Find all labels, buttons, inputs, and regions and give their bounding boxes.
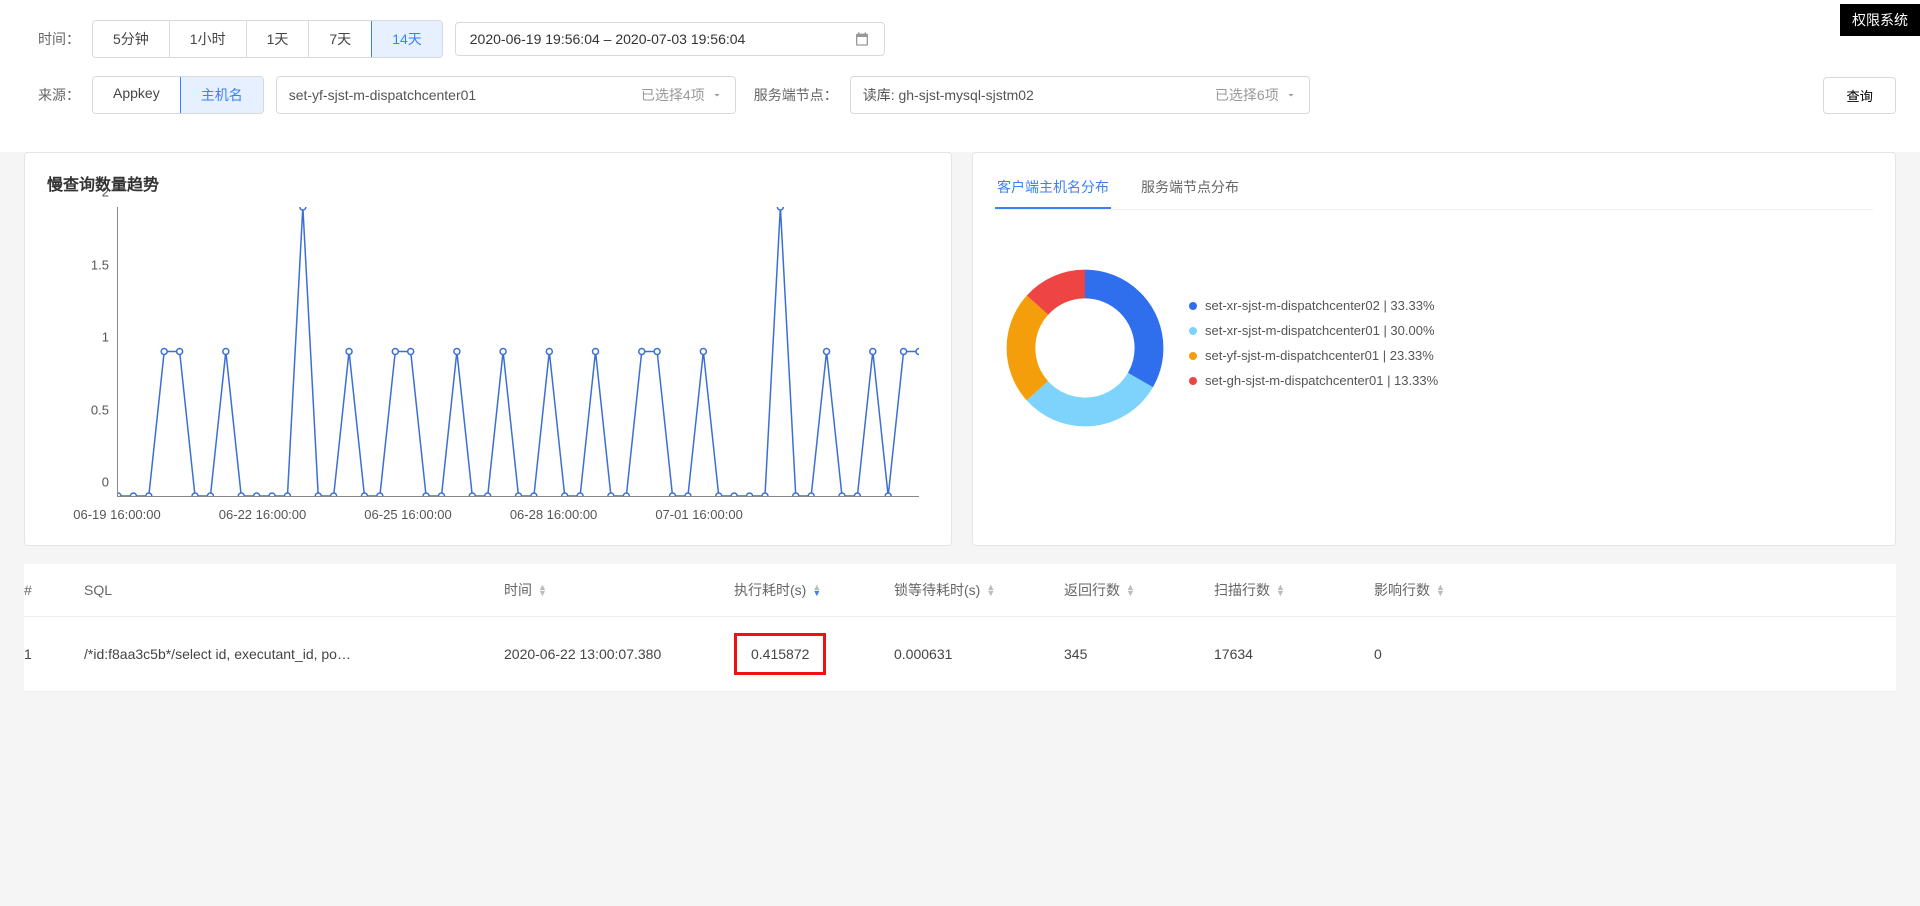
donut-chart [1005,268,1165,428]
legend-dot [1189,352,1197,360]
source-count: 已选择4项 [641,85,705,105]
table-body: 1/*id:f8aa3c5b*/select id, executant_id,… [24,617,1896,692]
chart-plot-area [117,207,919,497]
x-label: 06-25 16:00:00 [364,507,451,522]
date-range-picker[interactable]: 2020-06-19 19:56:04 – 2020-07-03 19:56:0… [455,22,885,56]
time-label: 时间： [24,29,80,49]
th-5[interactable]: 返回行数▲▼ [1064,580,1214,600]
chevron-down-icon [1285,89,1297,101]
distribution-tabs: 客户端主机名分布服务端节点分布 [995,171,1873,210]
th-2[interactable]: 时间▲▼ [504,580,734,600]
table-row[interactable]: 1/*id:f8aa3c5b*/select id, executant_id,… [24,617,1896,692]
trend-chart-panel: 慢查询数量趋势 00.511.52 06-19 16:00:0006-22 16… [24,152,952,546]
filters-panel: 时间： 5分钟1小时1天7天14天 2020-06-19 19:56:04 – … [0,0,1920,152]
legend-item: set-xr-sjst-m-dispatchcenter02 | 33.33% [1189,298,1863,313]
y-tick: 2 [102,185,109,200]
y-tick: 0.5 [91,402,109,417]
cell-exec: 0.415872 [734,633,894,675]
y-tick: 1.5 [91,257,109,272]
x-axis: 06-19 16:00:0006-22 16:00:0006-25 16:00:… [117,503,919,527]
legend-item: set-xr-sjst-m-dispatchcenter01 | 30.00% [1189,323,1863,338]
trend-chart-title: 慢查询数量趋势 [47,171,929,195]
sort-icon: ▲▼ [538,584,547,596]
legend-dot [1189,302,1197,310]
line-chart-svg [118,207,919,496]
donut-legend: set-xr-sjst-m-dispatchcenter02 | 33.33% s… [1189,298,1863,398]
legend-item: set-gh-sjst-m-dispatchcenter01 | 13.33% [1189,373,1863,388]
source-type-group: Appkey主机名 [92,76,264,114]
x-label: 06-19 16:00:00 [73,507,160,522]
th-3[interactable]: 执行耗时(s)▲▼ [734,580,894,600]
y-axis: 00.511.52 [47,207,117,497]
cell-ret: 345 [1064,646,1214,662]
permission-badge[interactable]: 权限系统 [1840,4,1920,36]
time-range-0[interactable]: 5分钟 [93,21,170,57]
th-4[interactable]: 锁等待耗时(s)▲▼ [894,580,1064,600]
y-tick: 0 [102,475,109,490]
source-type-1[interactable]: 主机名 [180,76,264,114]
legend-item: set-yf-sjst-m-dispatchcenter01 | 23.33% [1189,348,1863,363]
th-1[interactable]: SQL [84,582,504,598]
distribution-panel: 客户端主机名分布服务端节点分布 set-xr-sjst-m-dispatchce… [972,152,1896,546]
server-value: 读库: gh-sjst-mysql-sjstm02 [863,85,1034,105]
dist-tab-1[interactable]: 服务端节点分布 [1139,171,1241,209]
time-range-3[interactable]: 7天 [309,21,372,57]
time-range-2[interactable]: 1天 [247,21,310,57]
sort-icon: ▲▼ [1276,584,1285,596]
server-count: 已选择6项 [1215,85,1279,105]
dist-tab-0[interactable]: 客户端主机名分布 [995,171,1111,209]
x-label: 06-28 16:00:00 [510,507,597,522]
cell-affect: 0 [1374,646,1504,662]
chevron-down-icon [711,89,723,101]
sort-icon: ▲▼ [1436,584,1445,596]
server-select[interactable]: 读库: gh-sjst-mysql-sjstm02 已选择6项 [850,76,1310,114]
results-table: #SQL时间▲▼执行耗时(s)▲▼锁等待耗时(s)▲▼返回行数▲▼扫描行数▲▼影… [24,564,1896,692]
table-header: #SQL时间▲▼执行耗时(s)▲▼锁等待耗时(s)▲▼返回行数▲▼扫描行数▲▼影… [24,564,1896,617]
cell-time: 2020-06-22 13:00:07.380 [504,646,734,662]
legend-label: set-gh-sjst-m-dispatchcenter01 | 13.33% [1205,373,1438,388]
source-value: set-yf-sjst-m-dispatchcenter01 [289,87,477,103]
cell-scan: 17634 [1214,646,1374,662]
x-label: 07-01 16:00:00 [655,507,742,522]
calendar-icon [854,31,870,47]
legend-dot [1189,377,1197,385]
sort-icon: ▲▼ [986,584,995,596]
sort-icon: ▲▼ [812,584,821,596]
date-range-text: 2020-06-19 19:56:04 – 2020-07-03 19:56:0… [470,31,746,47]
legend-dot [1189,327,1197,335]
th-0[interactable]: # [24,582,84,598]
x-label: 06-22 16:00:00 [219,507,306,522]
time-range-4[interactable]: 14天 [371,20,443,58]
server-label: 服务端节点： [748,85,838,105]
cell-sql: /*id:f8aa3c5b*/select id, executant_id, … [84,646,504,662]
legend-label: set-xr-sjst-m-dispatchcenter02 | 33.33% [1205,298,1435,313]
source-type-0[interactable]: Appkey [93,77,181,113]
time-range-1[interactable]: 1小时 [170,21,247,57]
sort-icon: ▲▼ [1126,584,1135,596]
legend-label: set-xr-sjst-m-dispatchcenter01 | 30.00% [1205,323,1435,338]
query-button[interactable]: 查询 [1823,77,1896,114]
legend-label: set-yf-sjst-m-dispatchcenter01 | 23.33% [1205,348,1434,363]
y-tick: 1 [102,330,109,345]
cell-lock: 0.000631 [894,646,1064,662]
cell-idx: 1 [24,646,84,662]
source-label: 来源： [24,85,80,105]
th-6[interactable]: 扫描行数▲▼ [1214,580,1374,600]
time-range-group: 5分钟1小时1天7天14天 [92,20,443,58]
source-select[interactable]: set-yf-sjst-m-dispatchcenter01 已选择4项 [276,76,736,114]
exec-time-highlight: 0.415872 [734,633,826,675]
th-7[interactable]: 影响行数▲▼ [1374,580,1504,600]
